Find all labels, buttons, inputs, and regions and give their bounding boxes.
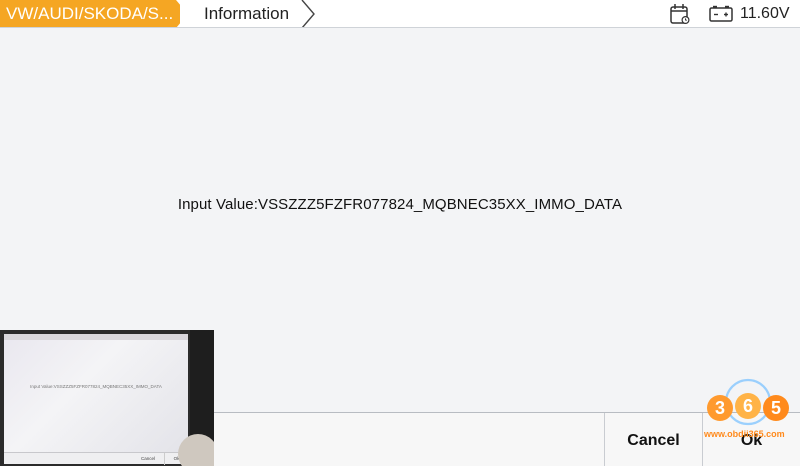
watermark-digit-3: 3 [715,398,725,418]
overlay-finger [178,434,214,466]
breadcrumb-vehicle-brand[interactable]: VW/AUDI/SKODA/S... [0,0,188,28]
top-bar: VW/AUDI/SKODA/S... Information 11.60V [0,0,800,28]
watermark-digit-5: 5 [771,398,781,418]
cancel-button[interactable]: Cancel [604,413,702,466]
header-divider [0,27,800,28]
battery-voltage: 11.60V [740,5,790,22]
overlay-device-screen: Input Value:VSSZZZ5FZFR077824_MQBNEC35XX… [4,334,188,465]
battery-icon [709,5,733,22]
overlay-button-bar: Cancel Ok [4,452,188,465]
calendar-icon[interactable] [668,2,692,26]
overlay-top-bar [4,334,188,340]
watermark-url: www.obdii365.com [704,429,785,439]
breadcrumb-information: Information [180,0,316,28]
camera-overlay: Input Value:VSSZZZ5FZFR077824_MQBNEC35XX… [0,330,214,466]
overlay-cancel-button: Cancel [140,456,155,461]
input-value-message: Input Value:VSSZZZ5FZFR077824_MQBNEC35XX… [177,196,623,213]
overlay-message: Input Value:VSSZZZ5FZFR077824_MQBNEC35XX… [30,384,162,389]
watermark-digit-6: 6 [743,396,753,416]
breadcrumb-arrow [301,0,315,28]
